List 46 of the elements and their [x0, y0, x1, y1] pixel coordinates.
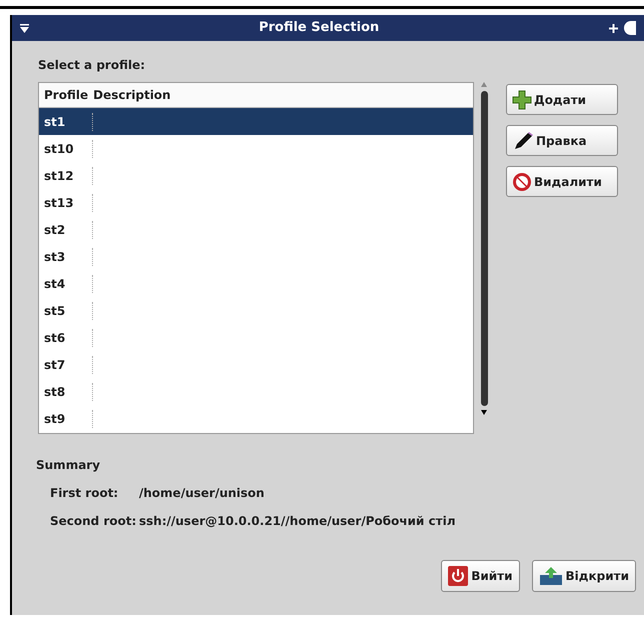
table-row[interactable]: st8	[39, 378, 474, 405]
table-cell: st7	[39, 356, 93, 374]
summary-label: First root:	[49, 485, 120, 502]
plus-icon[interactable]	[609, 24, 618, 32]
dialog-button[interactable]: Відкрити	[532, 560, 636, 592]
window-title: Profile Selection	[258, 19, 380, 38]
summary-title: Summary	[36, 457, 102, 474]
column-header[interactable]: Profile	[39, 86, 88, 104]
summary-label: Second root:	[49, 513, 138, 530]
action-button[interactable]: Видалити	[506, 166, 618, 197]
table-row[interactable]: st13	[39, 189, 474, 216]
table-cell: st6	[39, 328, 93, 346]
prompt-label: Select a profile:	[38, 57, 146, 74]
summary-value: /home/user/unison	[139, 485, 264, 502]
table-cell: st9	[39, 410, 93, 428]
dialog-button[interactable]: Вийти	[441, 560, 520, 592]
table-cell: st8	[39, 382, 93, 400]
table-row[interactable]: st1	[39, 108, 474, 135]
table-cell: st2	[39, 220, 93, 238]
table-cell: st13	[39, 194, 93, 212]
table-row[interactable]: st7	[39, 351, 474, 378]
table-row[interactable]: st12	[39, 162, 474, 189]
scroll-down-icon[interactable]	[481, 410, 488, 415]
power-icon	[448, 566, 468, 586]
table-cell: st5	[39, 302, 93, 320]
table-cell: st12	[39, 166, 93, 184]
table-row[interactable]: st9	[39, 405, 474, 432]
pencil-icon	[512, 130, 534, 150]
table-cell: st10	[39, 140, 93, 158]
upload-folder-icon	[538, 566, 563, 586]
table-row[interactable]: st6	[39, 324, 474, 351]
prohibited-icon	[512, 172, 532, 192]
table-row[interactable]: st10	[39, 135, 474, 162]
table-row[interactable]: st4	[39, 270, 474, 297]
action-button[interactable]: Додати	[506, 84, 618, 115]
menu-icon[interactable]	[20, 24, 29, 32]
table-row[interactable]: st5	[39, 297, 474, 324]
action-button[interactable]: Правка	[506, 125, 618, 156]
table-row[interactable]: st2	[39, 216, 474, 243]
table-cell: st4	[39, 274, 93, 292]
plus-icon	[512, 90, 532, 110]
table-cell: st1	[39, 112, 93, 130]
summary-value: ssh://user@10.0.0.21//home/user/Робочий стіл	[139, 513, 456, 530]
table-row[interactable]: st3	[39, 243, 474, 270]
column-header[interactable]: Description	[88, 86, 171, 104]
table-cell: st3	[39, 248, 93, 266]
